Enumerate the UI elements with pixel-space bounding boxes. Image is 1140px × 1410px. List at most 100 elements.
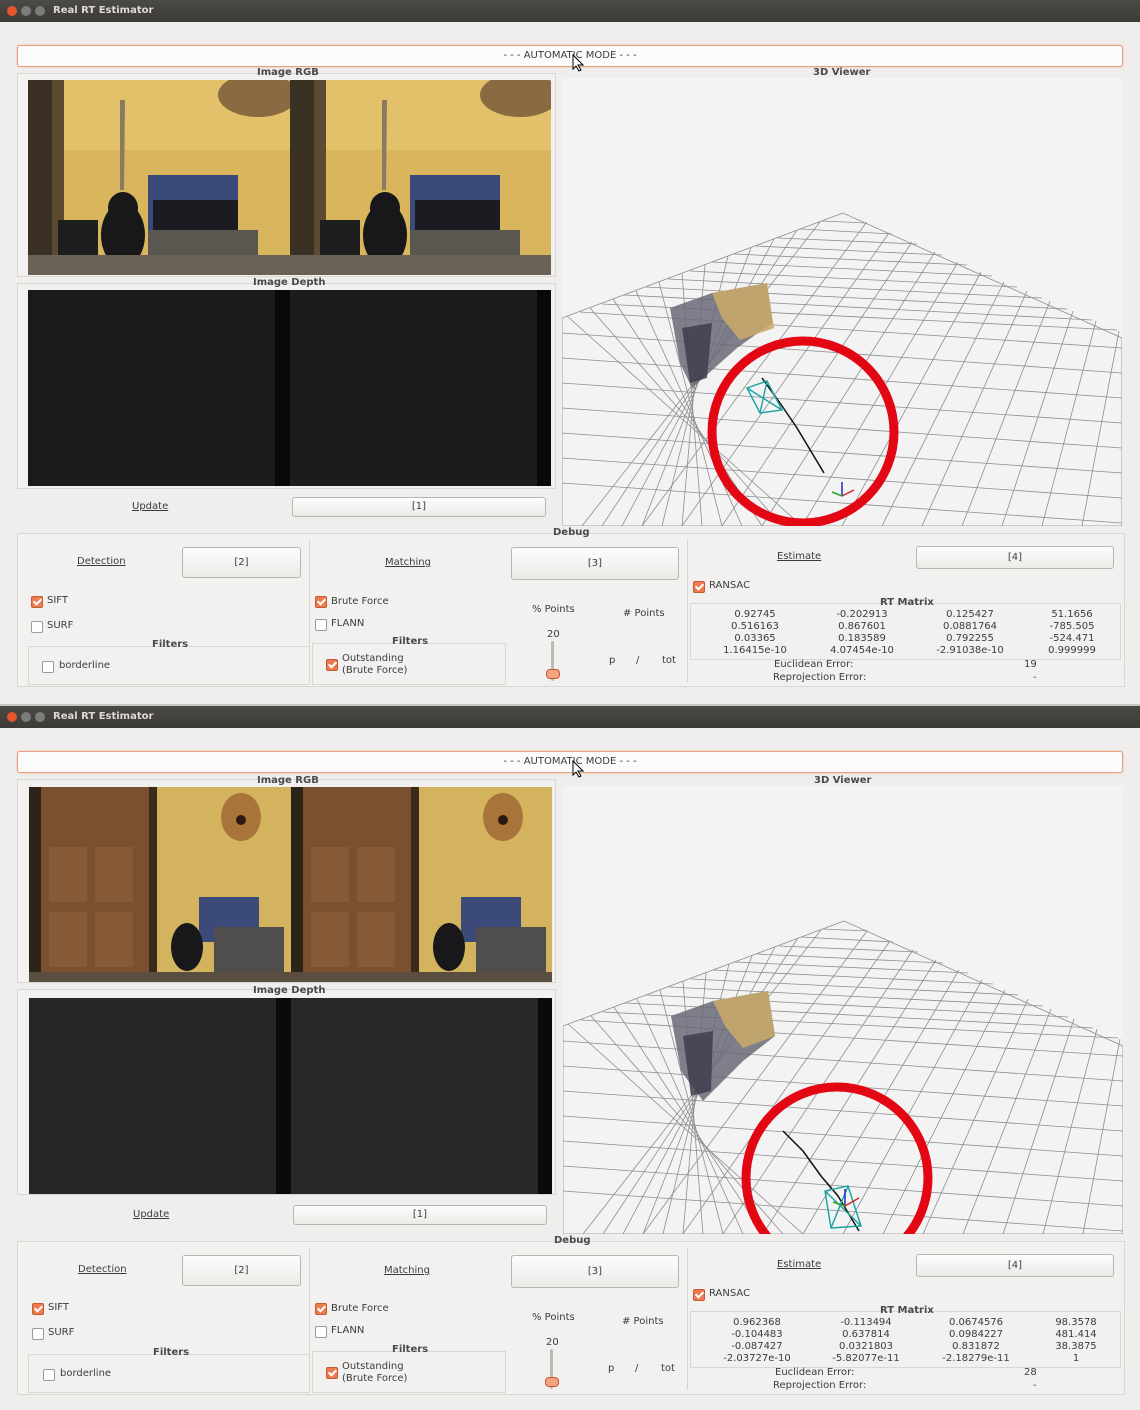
maximize-window-icon[interactable] [35, 6, 45, 16]
matrix-cell: -2.03727e-10 [723, 1353, 791, 1364]
debug-divider [687, 1248, 688, 1390]
estimate-value-button[interactable]: [4] [916, 546, 1114, 569]
matrix-cell: 1 [1072, 1353, 1080, 1364]
automatic-mode-button[interactable]: - - - AUTOMATIC MODE - - - [17, 45, 1123, 67]
tot-label: tot [661, 1363, 675, 1374]
estimate-value-button[interactable]: [4] [916, 1254, 1114, 1277]
matrix-cell: 0.831872 [952, 1341, 1000, 1352]
borderline-label: borderline [59, 660, 111, 671]
maximize-window-icon[interactable] [35, 712, 45, 722]
surf-label: SURF [47, 620, 74, 631]
p-label: p [609, 655, 616, 666]
ransac-checkbox[interactable] [693, 1289, 705, 1301]
ransac-label: RANSAC [709, 580, 751, 591]
matching-filters-label: Filters [392, 636, 429, 647]
brute-force-checkbox[interactable] [315, 1303, 327, 1315]
brute-force-checkbox[interactable] [315, 596, 327, 608]
depth-image-pair [28, 290, 551, 486]
surf-checkbox[interactable] [32, 1328, 44, 1340]
camera-frustum [824, 1185, 862, 1229]
title-bar: Real RT Estimator [0, 0, 1140, 22]
camera-frustum [746, 380, 784, 414]
borderline-checkbox[interactable] [43, 1369, 55, 1381]
matrix-cell: -0.202913 [836, 609, 888, 620]
matrix-cell: 0.0881764 [942, 621, 998, 632]
ransac-checkbox[interactable] [693, 581, 705, 593]
matching-link[interactable]: Matching [384, 1265, 430, 1276]
outstanding-label: Outstanding [342, 653, 404, 664]
estimate-link[interactable]: Estimate [777, 1259, 821, 1270]
sift-checkbox[interactable] [31, 596, 43, 608]
borderline-checkbox[interactable] [42, 661, 54, 673]
reprojection-error-value: - [1033, 1380, 1037, 1391]
matching-link[interactable]: Matching [385, 557, 431, 568]
window-title: Real RT Estimator [53, 5, 154, 16]
minimize-window-icon[interactable] [21, 712, 31, 722]
outstanding-checkbox[interactable] [326, 659, 338, 671]
detection-value-button[interactable]: [2] [182, 547, 301, 578]
image-depth-label: Image Depth [253, 277, 326, 288]
matching-value-button[interactable]: [3] [511, 1255, 679, 1288]
detection-link[interactable]: Detection [77, 556, 126, 567]
update-value-button[interactable]: [1] [293, 1205, 547, 1225]
point-cloud [671, 991, 775, 1101]
matching-value-button[interactable]: [3] [511, 547, 679, 580]
matrix-cell: 51.1656 [1051, 609, 1093, 620]
viewer-label: 3D Viewer [814, 775, 872, 786]
close-window-icon[interactable] [7, 712, 17, 722]
3d-grid-view [562, 920, 1124, 1274]
points-slider-handle[interactable] [546, 669, 560, 679]
surf-checkbox[interactable] [31, 621, 43, 633]
matrix-cell: 0.792255 [946, 633, 994, 644]
estimator-window-2: Real RT Estimator - - - AUTOMATIC MODE -… [0, 706, 1140, 1410]
image-depth-label: Image Depth [253, 985, 326, 996]
close-window-icon[interactable] [7, 6, 17, 16]
update-link[interactable]: Update [132, 501, 168, 512]
matrix-cell: -0.087427 [731, 1341, 783, 1352]
camera-trajectory [761, 377, 825, 474]
debug-label: Debug [553, 527, 590, 538]
sift-checkbox[interactable] [32, 1303, 44, 1315]
reprojection-error-value: - [1033, 672, 1037, 683]
matrix-cell: -0.104483 [731, 1329, 783, 1340]
detection-filters-label: Filters [153, 1347, 190, 1358]
matrix-cell: 38.3875 [1055, 1341, 1097, 1352]
matrix-cell: 0.183589 [838, 633, 886, 644]
matrix-cell: 1.16415e-10 [723, 645, 787, 656]
matrix-cell: 0.867601 [838, 621, 886, 632]
update-link[interactable]: Update [133, 1209, 169, 1220]
minimize-window-icon[interactable] [21, 6, 31, 16]
detection-value-button[interactable]: [2] [182, 1255, 301, 1286]
matrix-cell: 0.92745 [734, 609, 776, 620]
matrix-cell: 0.637814 [842, 1329, 890, 1340]
outstanding-checkbox[interactable] [326, 1367, 338, 1379]
surf-label: SURF [48, 1327, 75, 1338]
matrix-cell: -524.471 [1049, 633, 1095, 644]
matrix-cell: 0.0321803 [838, 1341, 894, 1352]
3d-viewer[interactable] [561, 78, 1123, 528]
title-bar: Real RT Estimator [0, 706, 1140, 728]
axis-gizmo [831, 482, 855, 497]
automatic-mode-button[interactable]: - - - AUTOMATIC MODE - - - [17, 751, 1123, 773]
p-label: p [608, 1363, 615, 1374]
detection-link[interactable]: Detection [78, 1264, 127, 1275]
matrix-cell: 0.0984227 [948, 1329, 1004, 1340]
points-slider-handle[interactable] [545, 1377, 559, 1387]
mouse-cursor-icon [572, 760, 585, 778]
estimate-link[interactable]: Estimate [777, 551, 821, 562]
3d-viewer[interactable] [562, 786, 1124, 1274]
matching-filters-label: Filters [392, 1344, 429, 1355]
mode-button-label: - - - AUTOMATIC MODE - - - [503, 756, 637, 767]
highlight-circle [707, 336, 899, 528]
slider-value: 20 [547, 629, 560, 640]
flann-checkbox[interactable] [315, 619, 327, 631]
debug-label: Debug [554, 1235, 591, 1246]
flann-checkbox[interactable] [315, 1326, 327, 1338]
slider-value: 20 [546, 1337, 559, 1348]
update-value-button[interactable]: [1] [292, 497, 546, 517]
euclidean-error-value: 28 [1024, 1367, 1037, 1378]
debug-divider [687, 540, 688, 682]
borderline-label: borderline [60, 1368, 112, 1379]
flann-label: FLANN [331, 618, 365, 629]
reprojection-error-label: Reprojection Error: [773, 672, 867, 683]
